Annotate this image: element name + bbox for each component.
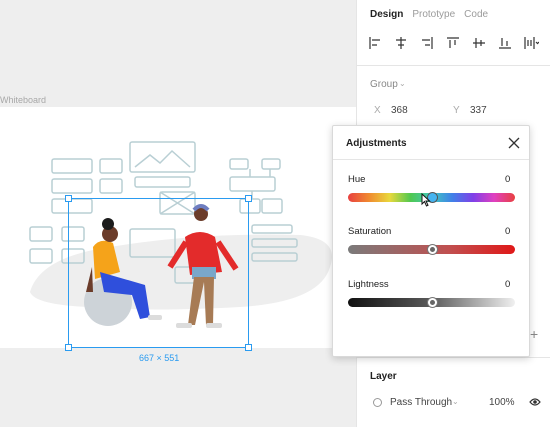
chevron-down-icon[interactable]: ⌄ bbox=[452, 397, 459, 406]
canvas[interactable]: Whiteboard 667 × 551 bbox=[0, 0, 356, 427]
lightness-slider[interactable] bbox=[348, 297, 515, 308]
group-type-label[interactable]: Group bbox=[370, 79, 398, 90]
lightness-label: Lightness bbox=[348, 279, 389, 290]
selection-size-label: 667 × 551 bbox=[139, 353, 180, 363]
lightness-slider-thumb[interactable] bbox=[426, 297, 438, 308]
tab-code[interactable]: Code bbox=[464, 9, 488, 20]
align-bottom-icon[interactable] bbox=[497, 35, 513, 51]
selection-box[interactable] bbox=[65, 195, 252, 351]
close-icon[interactable] bbox=[507, 136, 521, 150]
panel-tabs: Design Prototype Code bbox=[370, 9, 488, 20]
alignment-toolbar bbox=[367, 35, 539, 51]
chevron-down-icon[interactable]: ⌄ bbox=[399, 79, 406, 88]
align-horizontal-center-icon[interactable] bbox=[393, 35, 409, 51]
align-top-icon[interactable] bbox=[445, 35, 461, 51]
resize-handle-top-right[interactable] bbox=[245, 195, 252, 202]
lightness-value[interactable]: 0 bbox=[505, 279, 510, 290]
blend-mode-icon bbox=[373, 398, 382, 407]
saturation-slider-thumb[interactable] bbox=[426, 244, 438, 255]
frame-label[interactable]: Whiteboard bbox=[0, 95, 46, 105]
tab-design[interactable]: Design bbox=[370, 9, 403, 20]
add-icon[interactable]: + bbox=[530, 326, 538, 342]
resize-handle-bottom-left[interactable] bbox=[65, 344, 72, 351]
saturation-value[interactable]: 0 bbox=[505, 226, 510, 237]
mouse-cursor-icon bbox=[421, 193, 431, 207]
adjustments-popup: Adjustments Hue 0 Saturation 0 Lightness… bbox=[332, 125, 530, 357]
align-right-icon[interactable] bbox=[419, 35, 435, 51]
distribute-icon[interactable] bbox=[523, 35, 539, 51]
hue-value[interactable]: 0 bbox=[505, 174, 510, 185]
popup-header: Adjustments bbox=[333, 126, 529, 160]
align-vertical-center-icon[interactable] bbox=[471, 35, 487, 51]
align-left-icon[interactable] bbox=[367, 35, 383, 51]
resize-handle-top-left[interactable] bbox=[65, 195, 72, 202]
tab-prototype[interactable]: Prototype bbox=[412, 9, 455, 20]
eye-icon[interactable] bbox=[529, 397, 541, 407]
saturation-label: Saturation bbox=[348, 226, 392, 237]
y-position-input[interactable]: 337 bbox=[470, 105, 487, 116]
hue-slider[interactable] bbox=[348, 192, 515, 203]
section-divider bbox=[357, 357, 550, 358]
opacity-input[interactable]: 100% bbox=[489, 397, 515, 408]
y-label: Y bbox=[453, 105, 460, 116]
layer-section-title: Layer bbox=[370, 371, 397, 382]
blend-mode-select[interactable]: Pass Through bbox=[390, 397, 452, 408]
hue-label: Hue bbox=[348, 174, 366, 185]
resize-handle-bottom-right[interactable] bbox=[245, 344, 252, 351]
x-position-input[interactable]: 368 bbox=[391, 105, 408, 116]
popup-title: Adjustments bbox=[346, 138, 407, 149]
x-label: X bbox=[374, 105, 381, 116]
section-divider bbox=[357, 65, 550, 66]
saturation-slider[interactable] bbox=[348, 244, 515, 255]
